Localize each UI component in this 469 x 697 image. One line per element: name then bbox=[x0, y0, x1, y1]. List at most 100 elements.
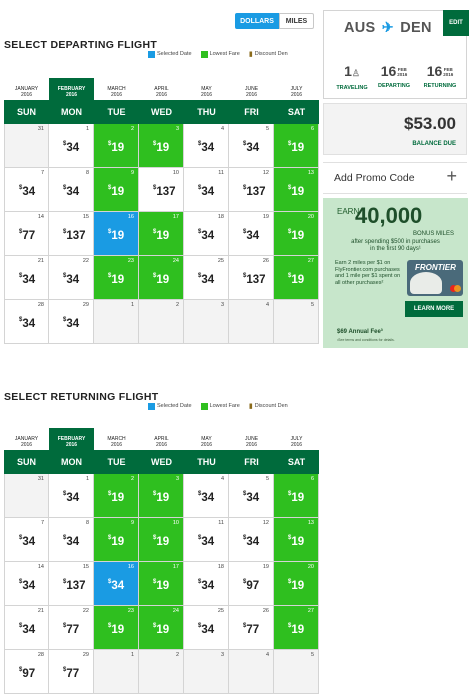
day-cell[interactable]: 14 $77 bbox=[4, 212, 49, 256]
month-tab-june[interactable]: JUNE 2016 bbox=[229, 78, 274, 100]
day-cell[interactable]: 13 $19 bbox=[274, 168, 319, 212]
day-cell[interactable]: 24 $19 bbox=[139, 256, 184, 300]
credit-card-ad[interactable]: EARN 40,000 BONUS MILES after spending $… bbox=[323, 198, 468, 348]
travelers-count: 1 bbox=[344, 63, 352, 79]
day-cell[interactable]: 17 $19 bbox=[139, 212, 184, 256]
day-number: 16 bbox=[127, 214, 134, 220]
day-cell[interactable]: 26 $137 bbox=[229, 256, 274, 300]
day-cell[interactable]: 17 $19 bbox=[139, 562, 184, 606]
day-cell[interactable]: 2 $19 bbox=[94, 124, 139, 168]
day-cell[interactable]: 8 $34 bbox=[49, 168, 94, 212]
learn-more-button[interactable]: LEARN MORE bbox=[405, 301, 463, 317]
day-cell[interactable]: 23 $19 bbox=[94, 606, 139, 650]
day-cell[interactable]: 2 $19 bbox=[94, 474, 139, 518]
month-tab-march[interactable]: MARCH 2016 bbox=[94, 428, 139, 450]
day-cell[interactable]: 9 $19 bbox=[94, 168, 139, 212]
month-tab-may[interactable]: MAY 2016 bbox=[184, 428, 229, 450]
day-cell[interactable]: 10 $137 bbox=[139, 168, 184, 212]
day-cell[interactable]: 1 $34 bbox=[49, 474, 94, 518]
fare-price: $77 bbox=[19, 229, 36, 242]
day-cell[interactable]: 20 $19 bbox=[274, 212, 319, 256]
day-cell[interactable]: 5 $34 bbox=[229, 474, 274, 518]
day-cell[interactable]: 23 $19 bbox=[94, 256, 139, 300]
month-tab-april[interactable]: APRIL 2016 bbox=[139, 428, 184, 450]
day-cell[interactable]: 29 $34 bbox=[49, 300, 94, 344]
month-tab-january[interactable]: JANUARY 2016 bbox=[4, 78, 49, 100]
day-cell[interactable]: 13 $19 bbox=[274, 518, 319, 562]
day-cell[interactable]: 21 $34 bbox=[4, 606, 49, 650]
day-cell[interactable]: 15 $137 bbox=[49, 212, 94, 256]
day-cell[interactable]: 27 $19 bbox=[274, 606, 319, 650]
day-cell[interactable]: 28 $34 bbox=[4, 300, 49, 344]
day-number: 15 bbox=[82, 214, 89, 220]
day-cell[interactable]: 10 $19 bbox=[139, 518, 184, 562]
day-cell[interactable]: 3 $19 bbox=[139, 474, 184, 518]
returning-title: SELECT RETURNING FLIGHT bbox=[4, 391, 159, 403]
day-cell[interactable]: 12 $137 bbox=[229, 168, 274, 212]
day-cell[interactable]: 6 $19 bbox=[274, 124, 319, 168]
dollars-button[interactable]: DOLLARS bbox=[235, 13, 279, 29]
day-cell[interactable]: 22 $77 bbox=[49, 606, 94, 650]
promo-code-toggle[interactable]: Add Promo Code + bbox=[323, 162, 467, 194]
month-tab-july[interactable]: JULY 2016 bbox=[274, 428, 319, 450]
day-cell[interactable]: 4 $34 bbox=[184, 474, 229, 518]
day-cell[interactable]: 8 $34 bbox=[49, 518, 94, 562]
day-cell[interactable]: 7 $34 bbox=[4, 518, 49, 562]
ad-spend-line1: after spending $500 in purchases bbox=[351, 239, 440, 245]
day-cell[interactable]: 19 $34 bbox=[229, 212, 274, 256]
month-tab-april[interactable]: APRIL 2016 bbox=[139, 78, 184, 100]
day-cell[interactable]: 26 $77 bbox=[229, 606, 274, 650]
day-cell[interactable]: 20 $19 bbox=[274, 562, 319, 606]
day-cell[interactable]: 15 $137 bbox=[49, 562, 94, 606]
month-tab-may[interactable]: MAY 2016 bbox=[184, 78, 229, 100]
day-cell[interactable]: 18 $34 bbox=[184, 212, 229, 256]
promo-label: Add Promo Code bbox=[334, 172, 415, 184]
day-cell[interactable]: 18 $34 bbox=[184, 562, 229, 606]
day-cell[interactable]: 19 $97 bbox=[229, 562, 274, 606]
fare-price: $137 bbox=[243, 273, 266, 286]
miles-button[interactable]: MILES bbox=[279, 13, 314, 29]
month-tab-january[interactable]: JANUARY 2016 bbox=[4, 428, 49, 450]
day-cell[interactable]: 11 $34 bbox=[184, 168, 229, 212]
fare-value: 34 bbox=[22, 318, 36, 330]
day-cell[interactable]: 21 $34 bbox=[4, 256, 49, 300]
day-cell[interactable]: 22 $34 bbox=[49, 256, 94, 300]
fare-price: $34 bbox=[63, 185, 80, 198]
day-cell[interactable]: 12 $34 bbox=[229, 518, 274, 562]
day-cell[interactable]: 11 $34 bbox=[184, 518, 229, 562]
day-cell[interactable]: 25 $34 bbox=[184, 606, 229, 650]
day-cell[interactable]: 24 $19 bbox=[139, 606, 184, 650]
month-tab-february[interactable]: FEBRUARY 2016 bbox=[49, 78, 94, 100]
fare-value: 34 bbox=[246, 492, 260, 504]
person-icon: ♙ bbox=[351, 68, 360, 78]
day-cell[interactable]: 1 $34 bbox=[49, 124, 94, 168]
day-cell[interactable]: 14 $34 bbox=[4, 562, 49, 606]
month-tab-july[interactable]: JULY 2016 bbox=[274, 78, 319, 100]
month-tab-march[interactable]: MARCH 2016 bbox=[94, 78, 139, 100]
month-tab-june[interactable]: JUNE 2016 bbox=[229, 428, 274, 450]
day-cell: 1 bbox=[94, 650, 139, 694]
day-cell[interactable]: 5 $34 bbox=[229, 124, 274, 168]
returning-year: 2016 bbox=[443, 72, 454, 78]
day-number: 5 bbox=[310, 652, 314, 658]
day-cell[interactable]: 3 $19 bbox=[139, 124, 184, 168]
day-cell[interactable]: 16 $19 bbox=[94, 212, 139, 256]
fare-value: 34 bbox=[66, 142, 80, 154]
fare-price: $34 bbox=[19, 317, 36, 330]
day-cell[interactable]: 27 $19 bbox=[274, 256, 319, 300]
day-cell[interactable]: 6 $19 bbox=[274, 474, 319, 518]
edit-button[interactable]: EDIT bbox=[443, 10, 469, 36]
plane-icon: ✈ bbox=[381, 19, 394, 35]
day-cell[interactable]: 28 $97 bbox=[4, 650, 49, 694]
fare-value: 19 bbox=[291, 230, 305, 242]
day-cell[interactable]: 9 $19 bbox=[94, 518, 139, 562]
month-tab-february[interactable]: FEBRUARY 2016 bbox=[49, 428, 94, 450]
day-cell[interactable]: 4 $34 bbox=[184, 124, 229, 168]
day-cell[interactable]: 16 $34 bbox=[94, 562, 139, 606]
legend-selected: Selected Date bbox=[157, 403, 192, 409]
fare-price: $34 bbox=[19, 579, 36, 592]
day-cell[interactable]: 7 $34 bbox=[4, 168, 49, 212]
day-cell[interactable]: 29 $77 bbox=[49, 650, 94, 694]
day-cell[interactable]: 25 $34 bbox=[184, 256, 229, 300]
legend-lowest: Lowest Fare bbox=[209, 51, 240, 57]
